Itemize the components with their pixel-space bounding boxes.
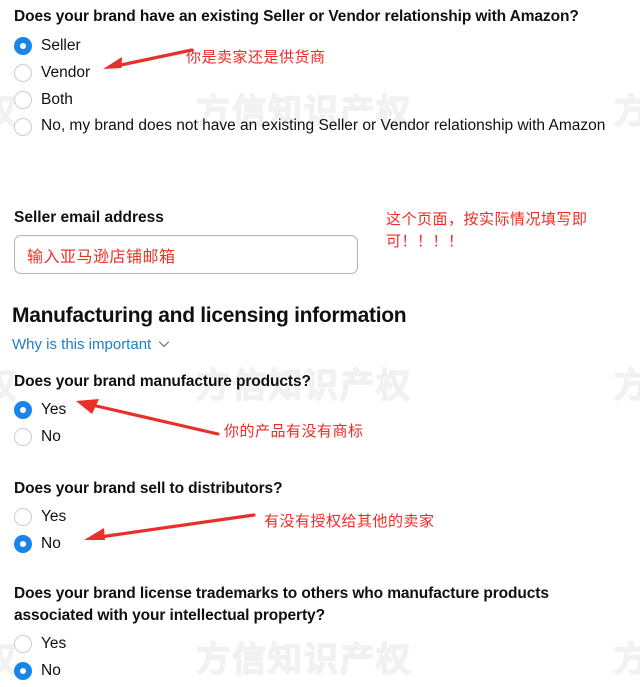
radio-label: No, my brand does not have an existing S…: [41, 117, 606, 134]
annotation-fill-as-actual: 这个页面，按实际情况填写即 可！！！！: [386, 210, 588, 250]
radio-indicator[interactable]: [14, 428, 32, 446]
seller-email-value: 输入亚马逊店铺邮箱: [27, 246, 176, 266]
radio-option-manufacture-yes[interactable]: Yes: [14, 398, 66, 422]
question-sell-to-distributors: Does your brand sell to distributors? Ye…: [14, 478, 283, 556]
radio-option-license-no[interactable]: No: [14, 659, 61, 683]
radio-indicator-selected[interactable]: [14, 535, 32, 553]
radio-option-both[interactable]: Both: [14, 88, 73, 112]
radio-label: No: [41, 662, 61, 679]
why-is-this-important-link[interactable]: Why is this important: [12, 336, 170, 354]
radio-option-license-yes[interactable]: Yes: [14, 632, 66, 656]
radio-label: No: [41, 428, 61, 445]
chevron-down-icon: [158, 338, 170, 349]
license-trademarks-radio-group[interactable]: Yes No: [14, 632, 630, 683]
radio-label: No: [41, 535, 61, 552]
question-license-trademarks: Does your brand license trademarks to ot…: [14, 583, 630, 683]
distributors-radio-group[interactable]: Yes No: [14, 505, 282, 556]
radio-label: Seller: [41, 37, 81, 54]
radio-option-manufacture-no[interactable]: No: [14, 425, 61, 449]
radio-indicator[interactable]: [14, 118, 32, 136]
radio-label: Yes: [41, 508, 67, 525]
radio-option-distributors-yes[interactable]: Yes: [14, 505, 66, 529]
radio-option-vendor[interactable]: Vendor: [14, 61, 90, 85]
radio-indicator-selected[interactable]: [14, 401, 32, 419]
radio-indicator[interactable]: [14, 91, 32, 109]
question-seller-relationship: Does your brand have an existing Seller …: [14, 6, 626, 139]
radio-option-seller[interactable]: Seller: [14, 34, 81, 58]
watermark-text-partial-right: 方: [613, 365, 640, 407]
radio-indicator[interactable]: [14, 635, 32, 653]
why-is-this-important-label: Why is this important: [12, 336, 152, 354]
radio-indicator-selected[interactable]: [14, 37, 32, 55]
manufacturing-section-title: Manufacturing and licensing information: [12, 304, 407, 327]
radio-option-distributors-no[interactable]: No: [14, 532, 61, 556]
manufacturing-section-header: Manufacturing and licensing information …: [12, 303, 407, 354]
question-distributors-title: Does your brand sell to distributors?: [14, 480, 283, 497]
seller-email-label: Seller email address: [14, 209, 164, 226]
question-manufacture-products: Does your brand manufacture products? Ye…: [14, 371, 311, 449]
radio-label: Both: [41, 91, 73, 108]
question-seller-relationship-title: Does your brand have an existing Seller …: [14, 8, 579, 25]
question-license-trademarks-title: Does your brand license trademarks to ot…: [14, 585, 549, 624]
radio-option-no-relationship[interactable]: No, my brand does not have an existing S…: [14, 115, 626, 139]
radio-label: Yes: [41, 401, 67, 418]
annotation-authorized-sellers: 有没有授权给其他的卖家: [264, 512, 435, 530]
seller-email-field-group: Seller email address 输入亚马逊店铺邮箱: [14, 209, 358, 274]
radio-indicator[interactable]: [14, 64, 32, 82]
radio-indicator-selected[interactable]: [14, 662, 32, 680]
radio-indicator[interactable]: [14, 508, 32, 526]
radio-label: Vendor: [41, 64, 91, 81]
seller-relationship-radio-group[interactable]: Seller Vendor Both No, my brand does not…: [14, 34, 626, 139]
seller-email-input[interactable]: 输入亚马逊店铺邮箱: [14, 235, 358, 274]
question-manufacture-title: Does your brand manufacture products?: [14, 373, 311, 390]
manufacture-radio-group[interactable]: Yes No: [14, 398, 311, 449]
radio-label: Yes: [41, 635, 67, 652]
